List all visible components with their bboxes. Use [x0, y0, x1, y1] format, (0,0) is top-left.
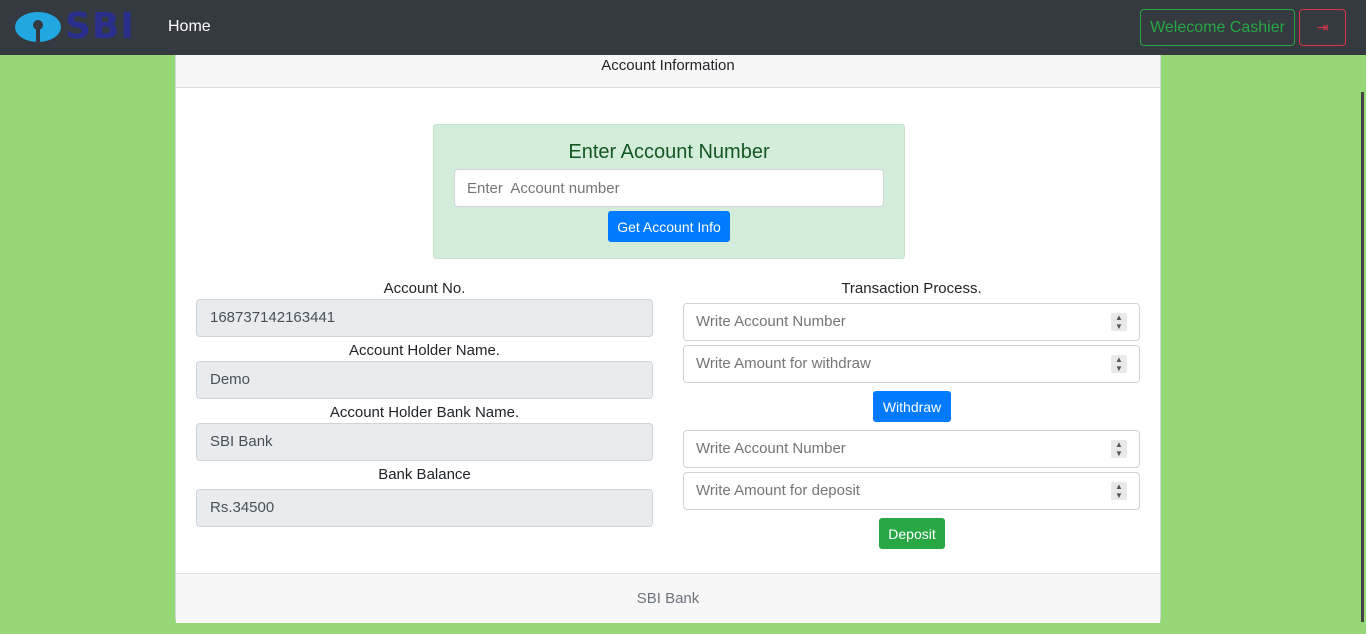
balance-label: Bank Balance [378, 466, 471, 483]
deposit-amount-input[interactable]: Write Amount for deposit ▲ ▼ [683, 472, 1140, 510]
withdraw-amount-input[interactable]: Write Amount for withdraw ▲ ▼ [683, 345, 1140, 383]
lookup-title: Enter Account Number [568, 141, 770, 163]
logout-button[interactable]: ⇥ [1299, 9, 1346, 46]
account-no-field[interactable]: 168737142163441 [196, 299, 653, 337]
holder-name-label: Account Holder Name. [349, 342, 500, 359]
account-number-input[interactable] [454, 169, 884, 207]
sbi-logo[interactable]: SBI [15, 6, 145, 47]
number-spinner-icon[interactable]: ▲ ▼ [1111, 482, 1127, 500]
transaction-title: Transaction Process. [841, 280, 982, 297]
withdraw-button[interactable]: Withdraw [873, 391, 951, 422]
deposit-button[interactable]: Deposit [879, 518, 945, 549]
card-header: Account Information [176, 55, 1160, 88]
top-navbar: SBI Home Welecome Cashier ⇥ [0, 0, 1366, 55]
number-spinner-icon[interactable]: ▲ ▼ [1111, 440, 1127, 458]
balance-field[interactable]: Rs.34500 [196, 489, 653, 527]
nav-home-link[interactable]: Home [168, 18, 211, 36]
logo-text: SBI [65, 6, 135, 47]
account-information-card: Account Information Enter Account Number… [175, 55, 1161, 623]
sign-out-icon: ⇥ [1316, 19, 1329, 36]
deposit-amount-placeholder: Write Amount for deposit [696, 482, 860, 499]
welcome-cashier-button[interactable]: Welecome Cashier [1140, 9, 1295, 46]
bank-name-label: Account Holder Bank Name. [329, 404, 520, 421]
number-spinner-icon[interactable]: ▲ ▼ [1111, 355, 1127, 373]
get-account-info-button[interactable]: Get Account Info [608, 211, 730, 242]
withdraw-account-input[interactable]: Write Account Number ▲ ▼ [683, 303, 1140, 341]
page-scrollbar[interactable] [1361, 92, 1364, 622]
account-lookup-box: Enter Account Number Get Account Info [433, 124, 905, 259]
card-footer: SBI Bank [176, 573, 1160, 623]
sbi-keyhole-icon [15, 12, 61, 42]
holder-name-field[interactable]: Demo [196, 361, 653, 399]
account-no-label: Account No. [383, 280, 466, 297]
deposit-account-input[interactable]: Write Account Number ▲ ▼ [683, 430, 1140, 468]
deposit-account-placeholder: Write Account Number [696, 440, 846, 457]
withdraw-amount-placeholder: Write Amount for withdraw [696, 355, 871, 372]
withdraw-account-placeholder: Write Account Number [696, 313, 846, 330]
number-spinner-icon[interactable]: ▲ ▼ [1111, 313, 1127, 331]
bank-name-field[interactable]: SBI Bank [196, 423, 653, 461]
